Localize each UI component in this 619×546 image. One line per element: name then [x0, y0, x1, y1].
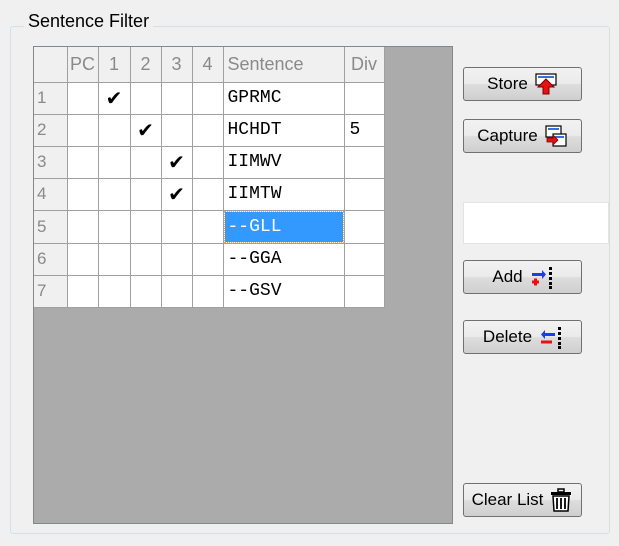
cell-pc-check[interactable] — [67, 146, 99, 179]
row-number[interactable]: 2 — [34, 114, 68, 147]
cell-col-1-check[interactable] — [98, 146, 131, 179]
cell-col-1-check[interactable] — [98, 243, 131, 276]
table-row[interactable]: 7 --GSV — [34, 275, 385, 308]
cell-col-4-check[interactable] — [192, 275, 224, 308]
header-div[interactable]: Div — [344, 47, 385, 83]
delete-arrow-icon — [538, 325, 562, 349]
cell-col-3-check[interactable]: ✔ — [161, 146, 193, 179]
table-row[interactable]: 3 ✔ IIMWV — [34, 146, 385, 179]
selected-sentence-text: --GLL — [223, 210, 344, 243]
cell-pc-check[interactable] — [67, 210, 99, 244]
header-pc[interactable]: PC — [67, 47, 99, 83]
cell-pc-check[interactable] — [67, 114, 99, 147]
cell-col-1-check[interactable] — [98, 178, 131, 211]
cell-col-3-check[interactable]: ✔ — [161, 178, 193, 211]
row-number[interactable]: 7 — [34, 275, 68, 308]
cell-col-2-check[interactable] — [130, 146, 162, 179]
capture-button[interactable]: Capture — [463, 119, 582, 153]
cell-col-1-check[interactable] — [98, 114, 131, 147]
cell-col-2-check[interactable] — [130, 243, 162, 276]
grid-header-row: PC 1 2 3 4 Sentence Div — [34, 47, 385, 83]
header-2[interactable]: 2 — [130, 47, 162, 83]
cell-pc-check[interactable] — [67, 82, 99, 115]
add-arrow-icon — [529, 265, 553, 289]
cell-col-4-check[interactable] — [192, 146, 224, 179]
header-1[interactable]: 1 — [98, 47, 131, 83]
add-label: Add — [492, 267, 523, 286]
table-row[interactable]: 2 ✔ HCHDT 5 — [34, 114, 385, 147]
cell-col-1-check[interactable]: ✔ — [98, 82, 131, 115]
cell-pc-check[interactable] — [67, 275, 99, 308]
cell-col-4-check[interactable] — [192, 210, 224, 244]
cell-div[interactable] — [344, 178, 385, 211]
cell-sentence[interactable]: GPRMC — [223, 82, 345, 115]
table-row[interactable]: 4 ✔ IIMTW — [34, 178, 385, 211]
group-title: Sentence Filter — [24, 11, 154, 31]
cell-pc-check[interactable] — [67, 243, 99, 276]
cell-col-3-check[interactable] — [161, 114, 193, 147]
cell-div[interactable] — [344, 146, 385, 179]
row-number[interactable]: 3 — [34, 146, 68, 179]
row-number[interactable]: 6 — [34, 243, 68, 276]
header-3[interactable]: 3 — [161, 47, 193, 83]
add-button[interactable]: Add — [463, 260, 582, 294]
cell-col-2-check[interactable] — [130, 210, 162, 244]
sentence-grid[interactable]: PC 1 2 3 4 Sentence Div 1 ✔ GPRMC 2 ✔ HCHDT 5 3… — [33, 46, 453, 524]
sentence-input[interactable] — [463, 202, 609, 244]
cell-sentence[interactable]: IIMWV — [223, 146, 345, 179]
delete-button[interactable]: Delete — [463, 320, 582, 354]
cell-col-3-check[interactable] — [161, 82, 193, 115]
cell-col-2-check[interactable] — [130, 82, 162, 115]
cell-sentence[interactable]: --GGA — [223, 243, 345, 276]
cell-col-3-check[interactable] — [161, 275, 193, 308]
cell-col-4-check[interactable] — [192, 114, 224, 147]
trash-icon — [549, 488, 573, 512]
cell-col-4-check[interactable] — [192, 178, 224, 211]
capture-icon — [544, 124, 568, 148]
header-4[interactable]: 4 — [192, 47, 224, 83]
store-button[interactable]: Store — [463, 67, 582, 101]
store-label: Store — [487, 74, 528, 93]
cell-col-3-check[interactable] — [161, 243, 193, 276]
cell-sentence[interactable]: IIMTW — [223, 178, 345, 211]
header-sentence[interactable]: Sentence — [223, 47, 345, 83]
cell-col-1-check[interactable] — [98, 275, 131, 308]
cell-col-2-check[interactable] — [130, 178, 162, 211]
sentence-table: PC 1 2 3 4 Sentence Div 1 ✔ GPRMC 2 ✔ HCHDT 5 3… — [34, 47, 385, 308]
cell-col-2-check[interactable] — [130, 275, 162, 308]
row-number[interactable]: 5 — [34, 210, 68, 244]
cell-div[interactable] — [344, 82, 385, 115]
cell-div[interactable] — [344, 243, 385, 276]
cell-div[interactable] — [344, 210, 385, 244]
row-number[interactable]: 4 — [34, 178, 68, 211]
cell-sentence[interactable]: --GSV — [223, 275, 345, 308]
cell-sentence[interactable]: HCHDT — [223, 114, 345, 147]
table-row[interactable]: 6 --GGA — [34, 243, 385, 276]
cell-pc-check[interactable] — [67, 178, 99, 211]
cell-col-4-check[interactable] — [192, 82, 224, 115]
cell-col-1-check[interactable] — [98, 210, 131, 244]
delete-label: Delete — [482, 327, 533, 346]
cell-sentence[interactable]: --GLL — [223, 210, 345, 244]
clear-list-button[interactable]: Clear List — [463, 483, 582, 517]
cell-div[interactable] — [344, 275, 385, 308]
header-corner — [34, 47, 68, 83]
capture-label: Capture — [477, 126, 538, 145]
store-arrow-icon — [534, 72, 558, 96]
cell-div[interactable]: 5 — [344, 114, 385, 147]
cell-col-4-check[interactable] — [192, 243, 224, 276]
cell-col-2-check[interactable]: ✔ — [130, 114, 162, 147]
table-row[interactable]: 1 ✔ GPRMC — [34, 82, 385, 115]
clear-list-label: Clear List — [471, 490, 544, 509]
table-row[interactable]: 5 --GLL — [34, 210, 385, 244]
row-number[interactable]: 1 — [34, 82, 68, 115]
cell-col-3-check[interactable] — [161, 210, 193, 244]
